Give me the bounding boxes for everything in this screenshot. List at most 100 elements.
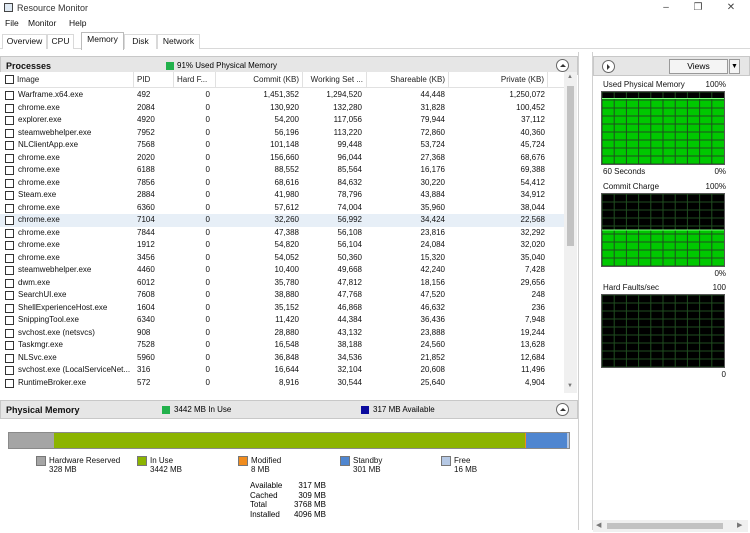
- collapse-processes-icon[interactable]: [556, 59, 569, 72]
- row-checkbox[interactable]: [5, 116, 14, 125]
- cell-pid: 7528: [137, 340, 155, 349]
- row-checkbox[interactable]: [5, 241, 14, 250]
- row-checkbox[interactable]: [5, 341, 14, 350]
- cell-shareable: 20,608: [420, 365, 445, 374]
- table-row[interactable]: chrome.exe 7844 0 47,388 56,108 23,816 32,292: [0, 227, 564, 240]
- cell-image: NLClientApp.exe: [18, 140, 79, 149]
- graph-scroll-thumb[interactable]: [607, 523, 723, 529]
- row-checkbox[interactable]: [5, 378, 14, 388]
- row-checkbox[interactable]: [5, 366, 14, 375]
- expand-graph-pane-icon[interactable]: [602, 60, 615, 73]
- column-private[interactable]: Private (KB): [449, 72, 548, 88]
- table-row[interactable]: chrome.exe 1912 0 54,820 56,104 24,084 32,020: [0, 239, 564, 252]
- row-checkbox[interactable]: [5, 353, 14, 363]
- views-button[interactable]: Views: [669, 59, 728, 74]
- minimize-button[interactable]: –: [651, 0, 681, 17]
- cell-pid: 4460: [137, 265, 155, 274]
- scroll-down-icon[interactable]: ▼: [567, 383, 573, 389]
- row-checkbox[interactable]: [5, 128, 14, 138]
- row-checkbox[interactable]: [5, 166, 14, 175]
- table-row[interactable]: NLSvc.exe 5960 0 36,848 34,536 21,852 12,684: [0, 352, 564, 365]
- graph-pane-header: Views ▼: [593, 56, 750, 76]
- table-row[interactable]: chrome.exe 7104 0 32,260 56,992 34,424 22,568: [0, 214, 564, 227]
- column-working-set[interactable]: Working Set ...: [303, 72, 367, 88]
- row-checkbox[interactable]: [5, 203, 14, 213]
- table-row[interactable]: chrome.exe 2084 0 130,920 132,280 31,828 100,4…: [0, 102, 564, 115]
- table-row[interactable]: ShellExperienceHost.exe 1604 0 35,152 46,868…: [0, 302, 564, 315]
- cell-pid: 3456: [137, 252, 155, 262]
- table-row[interactable]: chrome.exe 6188 0 88,552 85,564 16,176 69,388: [0, 164, 564, 177]
- in-use-indicator: [162, 406, 170, 414]
- cell-pid: 7952: [137, 127, 155, 137]
- table-row[interactable]: SnippingTool.exe 6340 0 11,420 44,384 36,436 7…: [0, 314, 564, 327]
- column-commit[interactable]: Commit (KB): [216, 72, 303, 88]
- row-checkbox[interactable]: [5, 303, 14, 313]
- row-checkbox[interactable]: [5, 253, 14, 263]
- tab-disk[interactable]: Disk: [124, 34, 157, 49]
- row-checkbox[interactable]: [5, 178, 14, 188]
- tab-cpu[interactable]: CPU: [47, 34, 74, 49]
- cell-image: chrome.exe: [18, 240, 60, 249]
- row-checkbox[interactable]: [5, 141, 14, 150]
- menu-file[interactable]: File: [5, 18, 19, 28]
- table-row[interactable]: chrome.exe 3456 0 54,052 50,360 15,320 35,040: [0, 252, 564, 265]
- row-checkbox[interactable]: [5, 216, 14, 225]
- select-all-checkbox[interactable]: [5, 75, 14, 84]
- views-dropdown-icon[interactable]: ▼: [729, 59, 740, 74]
- table-row[interactable]: Taskmgr.exe 7528 0 16,548 38,188 24,560 13,628: [0, 339, 564, 352]
- cell-commit: 41,980: [274, 190, 299, 199]
- row-checkbox[interactable]: [5, 191, 14, 200]
- graph-scrollbar[interactable]: ◀ ▶: [593, 520, 748, 532]
- scroll-left-icon[interactable]: ◀: [596, 521, 601, 529]
- row-checkbox[interactable]: [5, 266, 14, 275]
- table-row[interactable]: Warframe.x64.exe 492 0 1,451,352 1,294,520 44…: [0, 89, 564, 102]
- table-row[interactable]: dwm.exe 6012 0 35,780 47,812 18,156 29,656: [0, 277, 564, 290]
- table-row[interactable]: chrome.exe 6360 0 57,612 74,004 35,960 38,044: [0, 202, 564, 215]
- table-row[interactable]: chrome.exe 2020 0 156,660 96,044 27,368 68,676: [0, 152, 564, 165]
- cell-working-set: 96,044: [337, 152, 362, 162]
- column-shareable[interactable]: Shareable (KB): [367, 72, 449, 88]
- graph-min: 0%: [714, 167, 726, 176]
- row-checkbox[interactable]: [5, 316, 14, 325]
- cell-pid: 4920: [137, 115, 155, 124]
- table-row[interactable]: chrome.exe 7856 0 68,616 84,632 30,220 54,412: [0, 177, 564, 190]
- collapse-physical-memory-icon[interactable]: [556, 403, 569, 416]
- menu-monitor[interactable]: Monitor: [28, 18, 56, 28]
- cell-working-set: 85,564: [337, 165, 362, 174]
- pane-splitter[interactable]: [578, 52, 593, 530]
- table-row[interactable]: Steam.exe 2884 0 41,980 78,796 43,884 34,912: [0, 189, 564, 202]
- table-row[interactable]: explorer.exe 4920 0 54,200 117,056 79,944 37,1…: [0, 114, 564, 127]
- table-row[interactable]: svchost.exe (LocalServiceNet... 316 0 16,64…: [0, 364, 564, 377]
- row-checkbox[interactable]: [5, 291, 14, 300]
- tab-memory[interactable]: Memory: [81, 32, 124, 50]
- row-checkbox[interactable]: [5, 228, 14, 238]
- table-row[interactable]: steamwebhelper.exe 4460 0 10,400 49,668 42,24…: [0, 264, 564, 277]
- column-hard-faults[interactable]: Hard F...: [174, 72, 216, 88]
- tab-network[interactable]: Network: [157, 34, 200, 49]
- used-memory-indicator: [166, 62, 174, 70]
- table-row[interactable]: RuntimeBroker.exe 572 0 8,916 30,544 25,640 4,…: [0, 377, 564, 390]
- table-row[interactable]: svchost.exe (netsvcs) 908 0 28,880 43,132 23,…: [0, 327, 564, 340]
- row-checkbox[interactable]: [5, 153, 14, 163]
- row-checkbox[interactable]: [5, 328, 14, 338]
- close-button[interactable]: ✕: [716, 0, 746, 17]
- table-row[interactable]: NLClientApp.exe 7568 0 101,148 99,448 53,724 4…: [0, 139, 564, 152]
- scroll-thumb[interactable]: [567, 86, 574, 246]
- maximize-button[interactable]: ❐: [683, 0, 713, 17]
- column-pid[interactable]: PID: [134, 72, 174, 88]
- process-scrollbar[interactable]: ▲ ▼: [564, 72, 577, 393]
- row-checkbox[interactable]: [5, 91, 14, 100]
- cell-hard-faults: 0: [205, 177, 210, 187]
- column-image[interactable]: Image: [14, 72, 134, 88]
- physical-memory-header[interactable]: Physical Memory 3442 MB In Use 317 MB Av…: [0, 400, 578, 419]
- scroll-up-icon[interactable]: ▲: [567, 74, 573, 80]
- legend-swatch: [238, 456, 248, 466]
- row-checkbox[interactable]: [5, 103, 14, 113]
- table-row[interactable]: SearchUI.exe 7608 0 38,880 47,768 47,520 248: [0, 289, 564, 302]
- scroll-right-icon[interactable]: ▶: [737, 521, 742, 529]
- tab-overview[interactable]: Overview: [2, 34, 47, 49]
- menu-help[interactable]: Help: [69, 18, 86, 28]
- stat-value: 3768 MB: [293, 500, 326, 509]
- row-checkbox[interactable]: [5, 278, 14, 288]
- table-row[interactable]: steamwebhelper.exe 7952 0 56,196 113,220 72,8…: [0, 127, 564, 140]
